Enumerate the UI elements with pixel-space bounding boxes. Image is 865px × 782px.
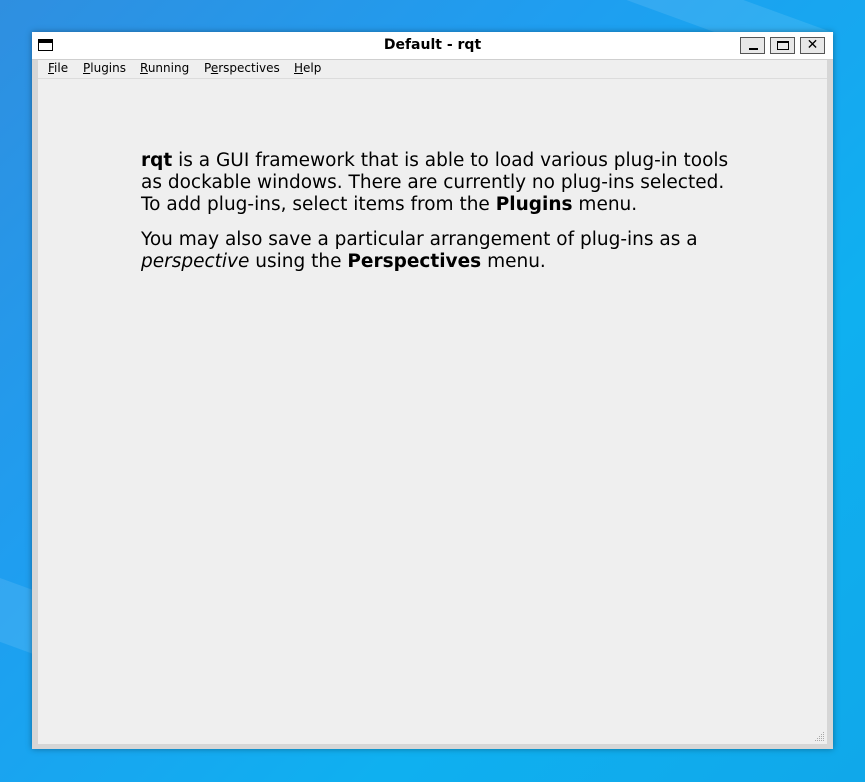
menu-perspectives[interactable]: Perspectives [204, 61, 280, 75]
menu-file[interactable]: File [48, 61, 68, 75]
minimize-button[interactable] [740, 37, 765, 54]
intro-paragraph: rqt is a GUI framework that is able to l… [141, 150, 729, 215]
maximize-icon [777, 41, 789, 50]
rqt-window: Default - rqt ✕ File Plugins Running Per… [32, 32, 833, 749]
menu-bar: File Plugins Running Perspectives Help [38, 60, 827, 79]
close-button[interactable]: ✕ [800, 37, 825, 54]
minimize-icon [749, 48, 758, 50]
close-icon: ✕ [806, 37, 819, 53]
main-area: File Plugins Running Perspectives Help r… [38, 60, 827, 744]
welcome-text: rqt is a GUI framework that is able to l… [141, 150, 731, 286]
resize-grip-icon[interactable] [815, 732, 825, 742]
window-title: Default - rqt [383, 37, 482, 53]
menu-running[interactable]: Running [140, 61, 189, 75]
menu-plugins[interactable]: Plugins [83, 61, 126, 75]
menu-help[interactable]: Help [294, 61, 321, 75]
perspective-paragraph: You may also save a particular arrangeme… [141, 229, 698, 272]
title-bar[interactable]: Default - rqt ✕ [32, 32, 833, 60]
maximize-button[interactable] [770, 37, 795, 54]
